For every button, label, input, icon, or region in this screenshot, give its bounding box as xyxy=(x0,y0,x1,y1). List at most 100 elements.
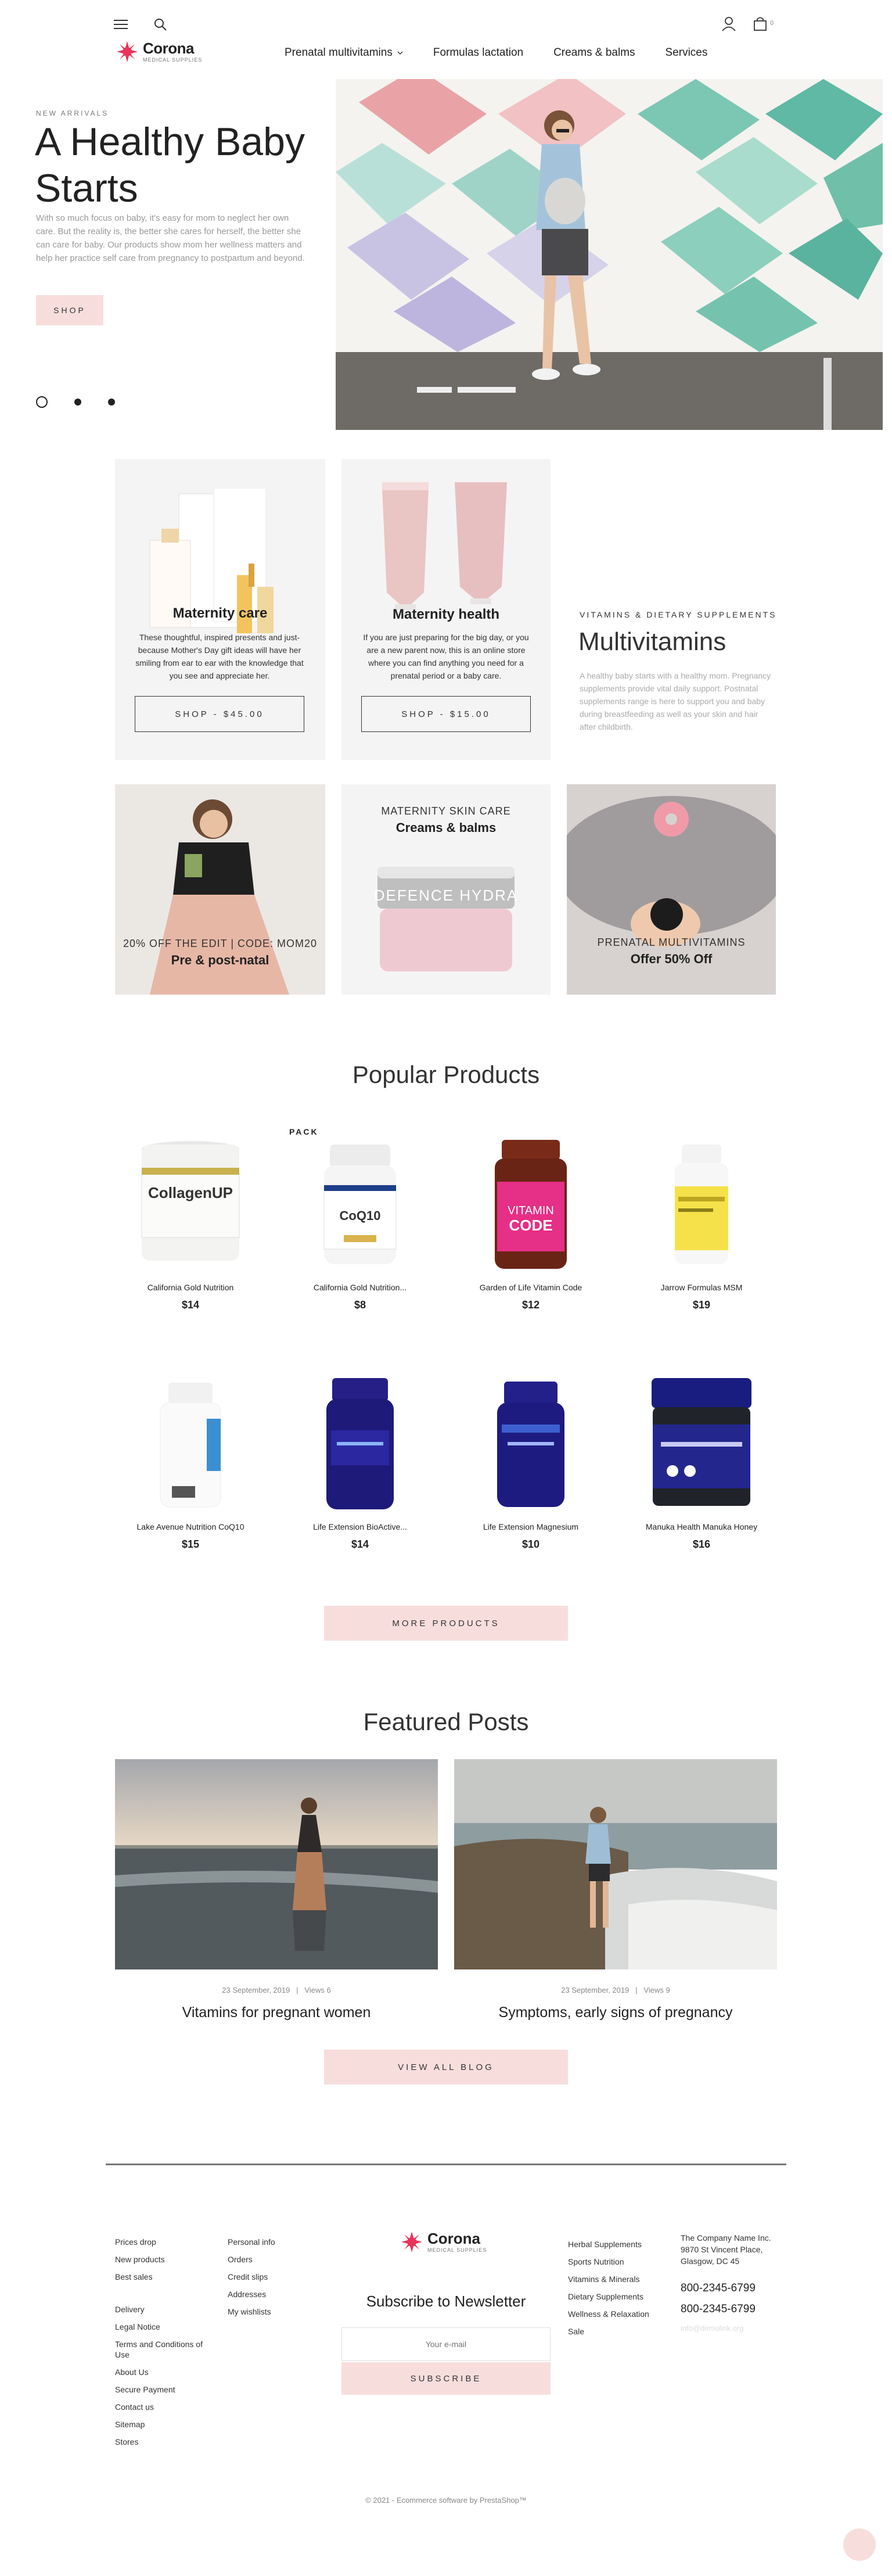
phone-number[interactable]: 800-2345-6799 xyxy=(681,2303,756,2316)
footer-link[interactable]: Herbal Supplements xyxy=(568,2236,649,2253)
search-icon[interactable] xyxy=(153,17,167,31)
promo-tile-pre-post-natal[interactable]: 20% OFF THE EDIT | CODE: MOM20 Pre & pos… xyxy=(115,784,325,995)
carousel-dots xyxy=(36,396,115,408)
product-card[interactable]: Manuka Health Manuka Honey $16 xyxy=(620,1372,783,1551)
promo-eyebrow: 20% OFF THE EDIT | CODE: MOM20 xyxy=(123,938,318,949)
footer-link[interactable]: Vitamins & Minerals xyxy=(568,2270,649,2288)
company-email[interactable]: info@demolink.org xyxy=(681,2324,744,2333)
footer-link[interactable]: Sale xyxy=(568,2323,649,2340)
product-price: $14 xyxy=(181,1299,200,1311)
product-name[interactable]: Garden of Life Vitamin Code xyxy=(449,1283,612,1292)
footer-category-links: Herbal Supplements Sports Nutrition Vita… xyxy=(568,2236,649,2340)
product-image[interactable]: CollagenUP xyxy=(109,1133,272,1278)
product-image[interactable]: CoQ10 xyxy=(279,1133,441,1278)
user-icon[interactable] xyxy=(722,16,736,31)
nav-creams-balms[interactable]: Creams & balms xyxy=(553,46,635,59)
cart-count: 0 xyxy=(770,20,774,27)
product-name[interactable]: Life Extension BioActive... xyxy=(279,1522,441,1531)
product-image[interactable] xyxy=(449,1372,612,1517)
newsletter-email-input[interactable] xyxy=(341,2327,551,2361)
post-image[interactable] xyxy=(454,1759,777,1969)
main-nav: Prenatal multivitamins Formulas lactatio… xyxy=(285,46,707,59)
footer-link[interactable]: Legal Notice xyxy=(115,2318,214,2335)
subscribe-button[interactable]: SUBSCRIBE xyxy=(341,2362,551,2395)
footer-link[interactable]: Orders xyxy=(228,2251,275,2268)
copyright: © 2021 - Ecommerce software by PrestaSho… xyxy=(365,2496,527,2505)
post-title[interactable]: Symptoms, early signs of pregnancy xyxy=(454,2004,777,2021)
product-image[interactable]: VITAMIN CODE xyxy=(449,1133,612,1278)
product-name[interactable]: Jarrow Formulas MSM xyxy=(620,1283,783,1292)
product-card[interactable]: Life Extension Magnesium $10 xyxy=(449,1372,612,1551)
footer-products-links: Prices drop New products Best sales xyxy=(115,2233,165,2286)
product-image[interactable] xyxy=(109,1372,272,1517)
product-card[interactable]: Jarrow Formulas MSM $19 xyxy=(620,1133,783,1311)
footer-link[interactable]: Personal info xyxy=(228,2233,275,2251)
product-price: $14 xyxy=(351,1538,369,1550)
post-title[interactable]: Vitamins for pregnant women xyxy=(115,2004,438,2021)
footer-link[interactable]: Secure Payment xyxy=(115,2381,214,2398)
product-msm-art xyxy=(675,1145,728,1264)
footer-link[interactable]: Stores xyxy=(115,2433,214,2451)
product-image[interactable] xyxy=(620,1133,783,1278)
view-all-blog-button[interactable]: VIEW ALL BLOG xyxy=(324,2050,568,2085)
footer-link[interactable]: Credit slips xyxy=(228,2268,275,2286)
carousel-dot-3[interactable] xyxy=(108,399,115,406)
site-logo[interactable]: Corona MEDICAL SUPPLIES xyxy=(116,41,202,63)
product-image[interactable] xyxy=(620,1372,783,1517)
footer-link[interactable]: Dietary Supplements xyxy=(568,2288,649,2305)
carousel-dot-2[interactable] xyxy=(74,399,81,406)
product-card[interactable]: CollagenUP California Gold Nutrition $14 xyxy=(109,1133,272,1311)
nav-label: Prenatal multivitamins xyxy=(285,46,393,59)
product-card[interactable]: Life Extension BioActive... $14 xyxy=(279,1372,441,1551)
site-header: 0 Corona MEDICAL SUPPLIES Prenatal multi… xyxy=(0,0,892,76)
back-to-top-button[interactable] xyxy=(843,2528,876,2561)
promo-tile-prenatal-multivitamins[interactable]: PRENATAL MULTIVITAMINS Offer 50% Off xyxy=(567,784,776,995)
product-name[interactable]: Lake Avenue Nutrition CoQ10 xyxy=(109,1522,272,1531)
product-image[interactable] xyxy=(279,1372,441,1517)
tile-maternity-care[interactable]: Maternity care These thoughtful, inspire… xyxy=(115,459,325,760)
nav-services[interactable]: Services xyxy=(666,46,708,59)
product-card[interactable]: VITAMIN CODE Garden of Life Vitamin Code… xyxy=(449,1133,612,1311)
multivitamins-title[interactable]: Multivitamins xyxy=(578,627,726,656)
hero-shop-button[interactable]: SHOP xyxy=(36,295,103,325)
nav-formulas-lactation[interactable]: Formulas lactation xyxy=(433,46,523,59)
svg-text:CODE: CODE xyxy=(509,1217,552,1234)
product-name[interactable]: California Gold Nutrition xyxy=(109,1283,272,1292)
svg-text:VITAMIN: VITAMIN xyxy=(508,1204,554,1217)
footer-link[interactable]: Sports Nutrition xyxy=(568,2253,649,2270)
post-image[interactable] xyxy=(115,1759,438,1969)
shop-maternity-health-button[interactable]: SHOP - $15.00 xyxy=(361,696,531,732)
product-name[interactable]: California Gold Nutrition... xyxy=(279,1283,441,1292)
footer-link[interactable]: Contact us xyxy=(115,2398,214,2416)
post-beach-art xyxy=(115,1759,438,1969)
footer-link[interactable]: My wishlists xyxy=(228,2303,275,2320)
footer-link[interactable]: Wellness & Relaxation xyxy=(568,2305,649,2323)
product-card[interactable]: Lake Avenue Nutrition CoQ10 $15 xyxy=(109,1372,272,1551)
shop-maternity-care-button[interactable]: SHOP - $45.00 xyxy=(135,696,304,732)
logo-mark-icon xyxy=(117,41,138,62)
phone-number[interactable]: 800-2345-6799 xyxy=(681,2282,756,2295)
footer-link[interactable]: Addresses xyxy=(228,2286,275,2303)
promo-title: Offer 50% Off xyxy=(630,952,713,966)
product-name[interactable]: Manuka Health Manuka Honey xyxy=(620,1522,783,1531)
nav-prenatal-multivitamins[interactable]: Prenatal multivitamins xyxy=(285,46,403,59)
more-products-button[interactable]: MORE PRODUCTS xyxy=(324,1606,568,1641)
footer-link[interactable]: Prices drop xyxy=(115,2233,165,2251)
footer-link[interactable]: Delivery xyxy=(115,2301,214,2318)
footer-logo[interactable]: Corona MEDICAL SUPPLIES xyxy=(401,2231,487,2253)
footer-link[interactable]: Terms and Conditions of Use xyxy=(115,2335,214,2363)
cart-icon[interactable] xyxy=(753,16,768,31)
tile-maternity-health[interactable]: Maternity health If you are just prepari… xyxy=(341,459,551,760)
footer-link[interactable]: Sitemap xyxy=(115,2416,214,2433)
footer-link[interactable]: Best sales xyxy=(115,2268,165,2286)
product-name[interactable]: Life Extension Magnesium xyxy=(449,1522,612,1531)
promo-tile-creams-balms[interactable]: MATERNITY SKIN CARE Creams & balms DEFEN… xyxy=(341,784,551,995)
footer-link[interactable]: About Us xyxy=(115,2363,214,2381)
product-magnesium-art xyxy=(497,1382,564,1507)
footer-link[interactable]: New products xyxy=(115,2251,165,2268)
menu-icon[interactable] xyxy=(114,20,128,29)
product-card[interactable]: CoQ10 California Gold Nutrition... $8 xyxy=(279,1133,441,1311)
carousel-dot-1[interactable] xyxy=(36,396,48,408)
newsletter-title: Subscribe to Newsletter xyxy=(366,2292,526,2310)
svg-text:CoQ10: CoQ10 xyxy=(340,1208,381,1223)
